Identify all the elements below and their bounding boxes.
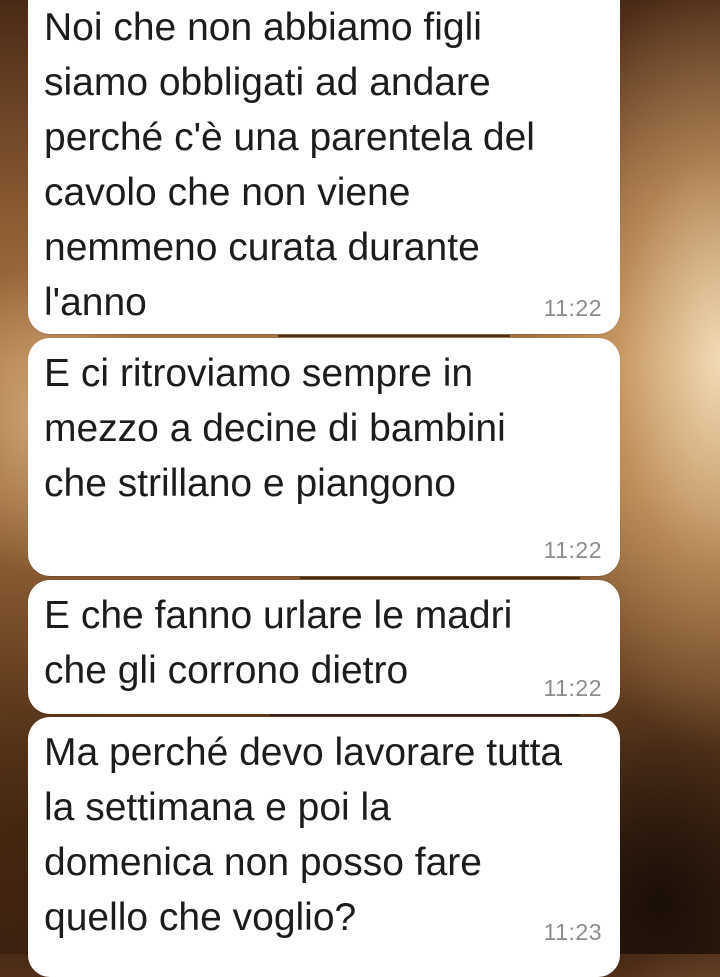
message-text: E ci ritroviamo sempre in mezzo a decine… (44, 352, 506, 505)
bubble-separator (278, 335, 510, 337)
message-bubble[interactable]: Noi che non abbiamo figli siamo obbligat… (28, 0, 620, 334)
bubble-separator (300, 577, 580, 579)
message-text: Noi che non abbiamo figli siamo obbligat… (44, 6, 535, 324)
bubble-separator (270, 714, 580, 716)
chat-conversation: Noi che non abbiamo figli siamo obbligat… (0, 0, 720, 977)
message-bubble[interactable]: Ma perché devo lavorare tutta la settima… (28, 717, 620, 977)
message-timestamp: 11:22 (543, 295, 602, 321)
message-bubble[interactable]: E ci ritroviamo sempre in mezzo a decine… (28, 338, 620, 576)
message-timestamp: 11:22 (543, 537, 602, 563)
message-text: E che fanno urlare le madri che gli corr… (44, 594, 513, 692)
message-timestamp: 11:22 (543, 675, 602, 701)
message-text: Ma perché devo lavorare tutta la settima… (44, 731, 563, 939)
message-timestamp: 11:23 (543, 919, 602, 945)
message-bubble[interactable]: E che fanno urlare le madri che gli corr… (28, 580, 620, 714)
